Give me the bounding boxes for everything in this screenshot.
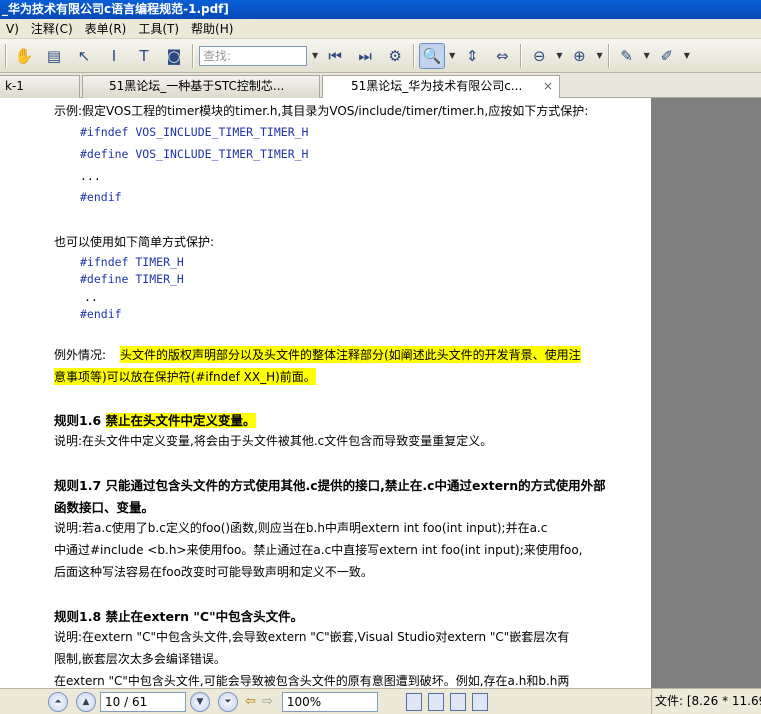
search-options-icon[interactable]: ⚙ xyxy=(382,43,408,69)
tab-document-2[interactable]: 51黑论坛_一种基于STC控制芯... xyxy=(82,75,320,98)
forward-arrow-icon[interactable]: ⇨ xyxy=(262,694,273,709)
menu-form[interactable]: 表单(R) xyxy=(79,19,133,39)
fit-page-icon[interactable]: ⇕ xyxy=(459,43,485,69)
previous-page-icon[interactable]: ▲ xyxy=(76,691,96,712)
continuous-page-icon[interactable] xyxy=(427,692,444,711)
tab-bar: k-1 51黑论坛_一种基于STC控制芯... 51黑论坛_华为技术有限公司c.… xyxy=(0,73,761,99)
rule-heading: 规则1.7 只能通过包含头文件的方式使用其他.c提供的接口,禁止在.c中通过ex… xyxy=(54,478,606,493)
code-line: #endif xyxy=(80,190,122,204)
zoom-out-icon[interactable]: ⊖ xyxy=(526,43,552,69)
toolbar-separator xyxy=(520,43,522,68)
doc-line: 说明:若a.c使用了b.c定义的foo()函数,则应当在b.h中声明extern… xyxy=(54,521,548,535)
menu-help[interactable]: 帮助(H) xyxy=(185,19,239,39)
document-size-info: 文件: [8.26 * 11.69 xyxy=(651,689,761,714)
toolbar-separator xyxy=(607,43,609,68)
fit-width-icon[interactable]: ⇔ xyxy=(489,43,515,69)
snapshot-icon[interactable]: ◙ xyxy=(161,43,187,69)
continuous-facing-icon[interactable] xyxy=(471,692,488,711)
zoom-out-dropdown-icon[interactable]: ▼ xyxy=(556,51,562,60)
code-line: #define TIMER_H xyxy=(80,272,184,286)
zoom-in-dropdown-icon[interactable]: ▼ xyxy=(596,51,602,60)
page-number-input[interactable]: 10 / 61 xyxy=(100,691,186,712)
doc-line: 也可以使用如下简单方式保护: xyxy=(54,235,215,249)
back-arrow-icon[interactable]: ⇦ xyxy=(245,694,256,709)
rule-heading: 规则1.6 禁止在头文件中定义变量。 xyxy=(54,410,256,429)
code-line: #ifndef TIMER_H xyxy=(80,255,184,269)
first-page-icon[interactable]: ⏶ xyxy=(48,691,68,712)
facing-pages-icon[interactable] xyxy=(449,692,466,711)
tab-label: k-1 xyxy=(5,79,24,93)
doc-line: 说明:在头文件中定义变量,将会由于头文件被其他.c文件包含而导致变量重复定义。 xyxy=(54,434,493,448)
highlighted-text: 头文件的版权声明部分以及头文件的整体注释部分(如阐述此头文件的开发背景、使用注 xyxy=(120,346,581,363)
highlighted-text: 禁止在头文件中定义变量。 xyxy=(105,413,256,428)
highlighted-text: 意事项等)可以放在保护符(#ifndef XX_H)前面。 xyxy=(54,368,316,385)
zoom-select[interactable]: 100% xyxy=(281,691,378,712)
search-input[interactable]: 查找: xyxy=(199,45,307,66)
toolbar: ✋ ▤ ↖ Ⅰ T ◙ 查找: ▼ ⏮ ⏭ ⚙ 🔍 ▼ ⇕ ⇔ ⊖ ▼ ⊕ ▼ … xyxy=(0,39,761,73)
zoom-tool-dropdown-icon[interactable]: ▼ xyxy=(449,51,455,60)
zoom-in-icon[interactable]: ⊕ xyxy=(566,43,592,69)
toolbar-separator xyxy=(5,43,6,68)
single-page-icon[interactable] xyxy=(405,692,422,711)
highlighter-icon[interactable]: ✐ xyxy=(654,43,680,69)
doc-line: 示例:假定VOS工程的timer模块的timer.h,其目录为VOS/inclu… xyxy=(54,104,589,118)
tab-label: 51黑论坛_华为技术有限公司c... xyxy=(351,79,523,93)
hand-tool-icon[interactable]: ✋ xyxy=(11,43,37,69)
pdf-page: 示例:假定VOS工程的timer模块的timer.h,其目录为VOS/inclu… xyxy=(0,98,651,688)
rule-number: 规则1.6 xyxy=(54,413,106,428)
code-line: #endif xyxy=(80,307,122,321)
menu-tools[interactable]: 工具(T) xyxy=(132,19,185,39)
tab-document-1[interactable]: k-1 xyxy=(0,75,80,98)
code-line: #ifndef VOS_INCLUDE_TIMER_TIMER_H xyxy=(80,125,309,139)
tab-document-3[interactable]: 51黑论坛_华为技术有限公司c... × xyxy=(322,75,560,99)
window-title: _华为技术有限公司c语言编程规范-1.pdf] xyxy=(0,0,761,19)
code-line: .. xyxy=(84,290,98,304)
find-previous-icon[interactable]: ⏮ xyxy=(322,43,348,69)
text-select-icon[interactable]: Ⅰ xyxy=(101,43,127,69)
text-tool-icon[interactable]: T xyxy=(131,43,157,69)
find-next-icon[interactable]: ⏭ xyxy=(352,43,378,69)
zoom-tool-icon[interactable]: 🔍 xyxy=(419,42,446,69)
doc-line: 说明:在extern "C"中包含头文件,会导致extern "C"嵌套,Vis… xyxy=(54,630,570,644)
viewport-background xyxy=(651,98,761,688)
edit-comment-icon[interactable]: ✎ xyxy=(614,43,640,69)
comment-dropdown-icon[interactable]: ▼ xyxy=(644,51,650,60)
code-line: ... xyxy=(80,169,101,183)
tab-label: 51黑论坛_一种基于STC控制芯... xyxy=(109,79,285,93)
doc-line: 中通过#include <b.h>来使用foo。禁止通过在a.c中直接写exte… xyxy=(54,543,583,557)
code-line: #define VOS_INCLUDE_TIMER_TIMER_H xyxy=(80,147,309,161)
highlighter-dropdown-icon[interactable]: ▼ xyxy=(684,51,690,60)
menu-view[interactable]: V) xyxy=(0,19,25,39)
status-bar: ⏶ ▲ 10 / 61 ▼ ⏷ ⇦ ⇨ 100% 文件: [8.26 * 11.… xyxy=(0,688,761,714)
doc-line: 在extern "C"中包含头文件,可能会导致被包含头文件的原有意图遭到破坏。例… xyxy=(54,674,570,688)
doc-line: 后面这种写法容易在foo改变时可能导致声明和定义不一致。 xyxy=(54,565,373,579)
last-page-icon[interactable]: ⏷ xyxy=(218,691,238,712)
rule-heading: 规则1.8 禁止在extern "C"中包含头文件。 xyxy=(54,609,304,624)
pointer-icon[interactable]: ↖ xyxy=(71,43,97,69)
document-viewport[interactable]: 示例:假定VOS工程的timer模块的timer.h,其目录为VOS/inclu… xyxy=(0,98,761,688)
next-page-icon[interactable]: ▼ xyxy=(190,691,210,712)
close-tab-icon[interactable]: × xyxy=(543,76,553,97)
select-text-icon[interactable]: ▤ xyxy=(41,43,67,69)
toolbar-separator xyxy=(192,43,193,68)
menu-bar: V) 注释(C) 表单(R) 工具(T) 帮助(H) xyxy=(0,19,761,39)
doc-line: 限制,嵌套层次太多会编译错误。 xyxy=(54,652,226,666)
menu-comment[interactable]: 注释(C) xyxy=(25,19,79,39)
doc-line: 例外情况: xyxy=(54,348,107,362)
toolbar-separator xyxy=(413,43,415,68)
search-dropdown-icon[interactable]: ▼ xyxy=(312,51,318,60)
rule-heading: 函数接口、变量。 xyxy=(54,500,155,515)
